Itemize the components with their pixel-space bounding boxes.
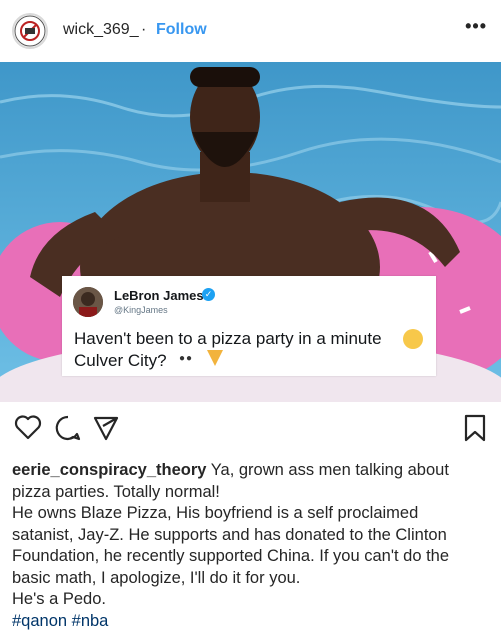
follow-button[interactable]: Follow (156, 21, 207, 39)
bookmark-icon (464, 414, 486, 442)
tweet-avatar-image (73, 287, 103, 317)
caption-hashtags[interactable]: #qanon #nba (12, 611, 492, 633)
tweet-author-name: LeBron James (114, 288, 204, 303)
tweet-handle: @KingJames (114, 305, 168, 315)
tweet-text: Haven't been to a pizza party in a minut… (74, 328, 382, 372)
tweet-card: LeBron James ✓ @KingJames Haven't been t… (62, 276, 436, 376)
header-separator: · (141, 21, 147, 38)
caption-line-3: He owns Blaze Pizza, His boyfriend is a … (12, 504, 419, 522)
caption-username[interactable]: eerie_conspiracy_theory (12, 461, 206, 479)
more-options-button[interactable]: ••• (465, 16, 487, 37)
share-icon (93, 416, 119, 441)
verified-badge-icon: ✓ (202, 288, 215, 301)
comment-button[interactable] (54, 414, 82, 447)
caption-line-7: He's a Pedo. (12, 590, 106, 608)
eyes-icon: ●● (179, 353, 194, 364)
tweet-line-1: Haven't been to a pizza party in a minut… (74, 329, 382, 348)
share-button[interactable] (92, 414, 120, 447)
tweet-line-2: Culver City? (74, 351, 167, 370)
caption-line-2: pizza parties. Totally normal! (12, 482, 220, 501)
caption-line-4: satanist, Jay-Z. He supports and has don… (12, 525, 447, 544)
post-caption: eerie_conspiracy_theory Ya, grown ass me… (12, 460, 492, 632)
thinking-face-icon (403, 329, 423, 349)
avatar-logo-icon (14, 15, 46, 47)
post-username[interactable]: wick_369_ (63, 21, 139, 39)
post-header: wick_369_ · Follow ••• (0, 0, 501, 62)
comment-icon (55, 415, 81, 441)
caption-line-6: basic math, I apologize, I'll do it for … (12, 568, 301, 587)
heart-icon (14, 415, 42, 440)
pizza-icon (207, 350, 223, 366)
caption-line-5: Foundation, he recently supported China.… (12, 547, 450, 565)
action-bar (0, 402, 501, 452)
caption-text-1: Ya, grown ass men talking about (206, 461, 449, 479)
save-button[interactable] (463, 414, 487, 447)
like-button[interactable] (14, 414, 42, 445)
tweet-avatar (73, 287, 103, 317)
caption-line-1: eerie_conspiracy_theory Ya, grown ass me… (12, 460, 492, 482)
profile-avatar[interactable] (12, 13, 48, 49)
